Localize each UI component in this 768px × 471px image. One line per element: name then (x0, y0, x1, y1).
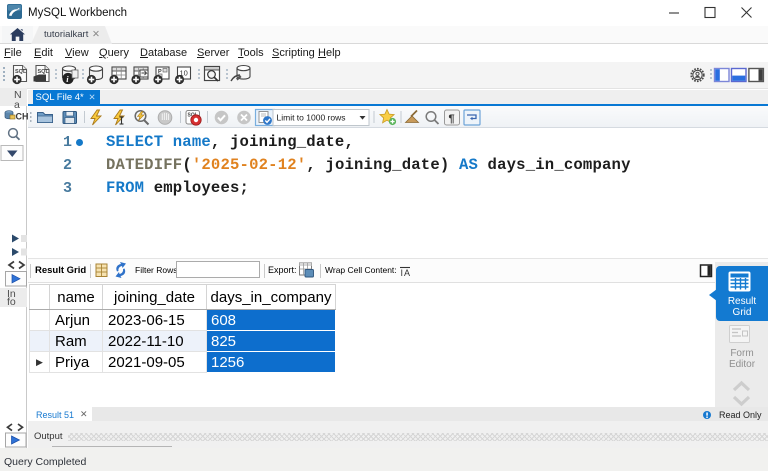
svg-text:¶: ¶ (449, 113, 455, 125)
svg-text:CH: CH (16, 112, 29, 122)
svg-text:I: I (401, 268, 404, 278)
svg-text:A: A (404, 268, 410, 278)
svg-text:Limit to 1000 rows: Limit to 1000 rows (277, 113, 346, 123)
